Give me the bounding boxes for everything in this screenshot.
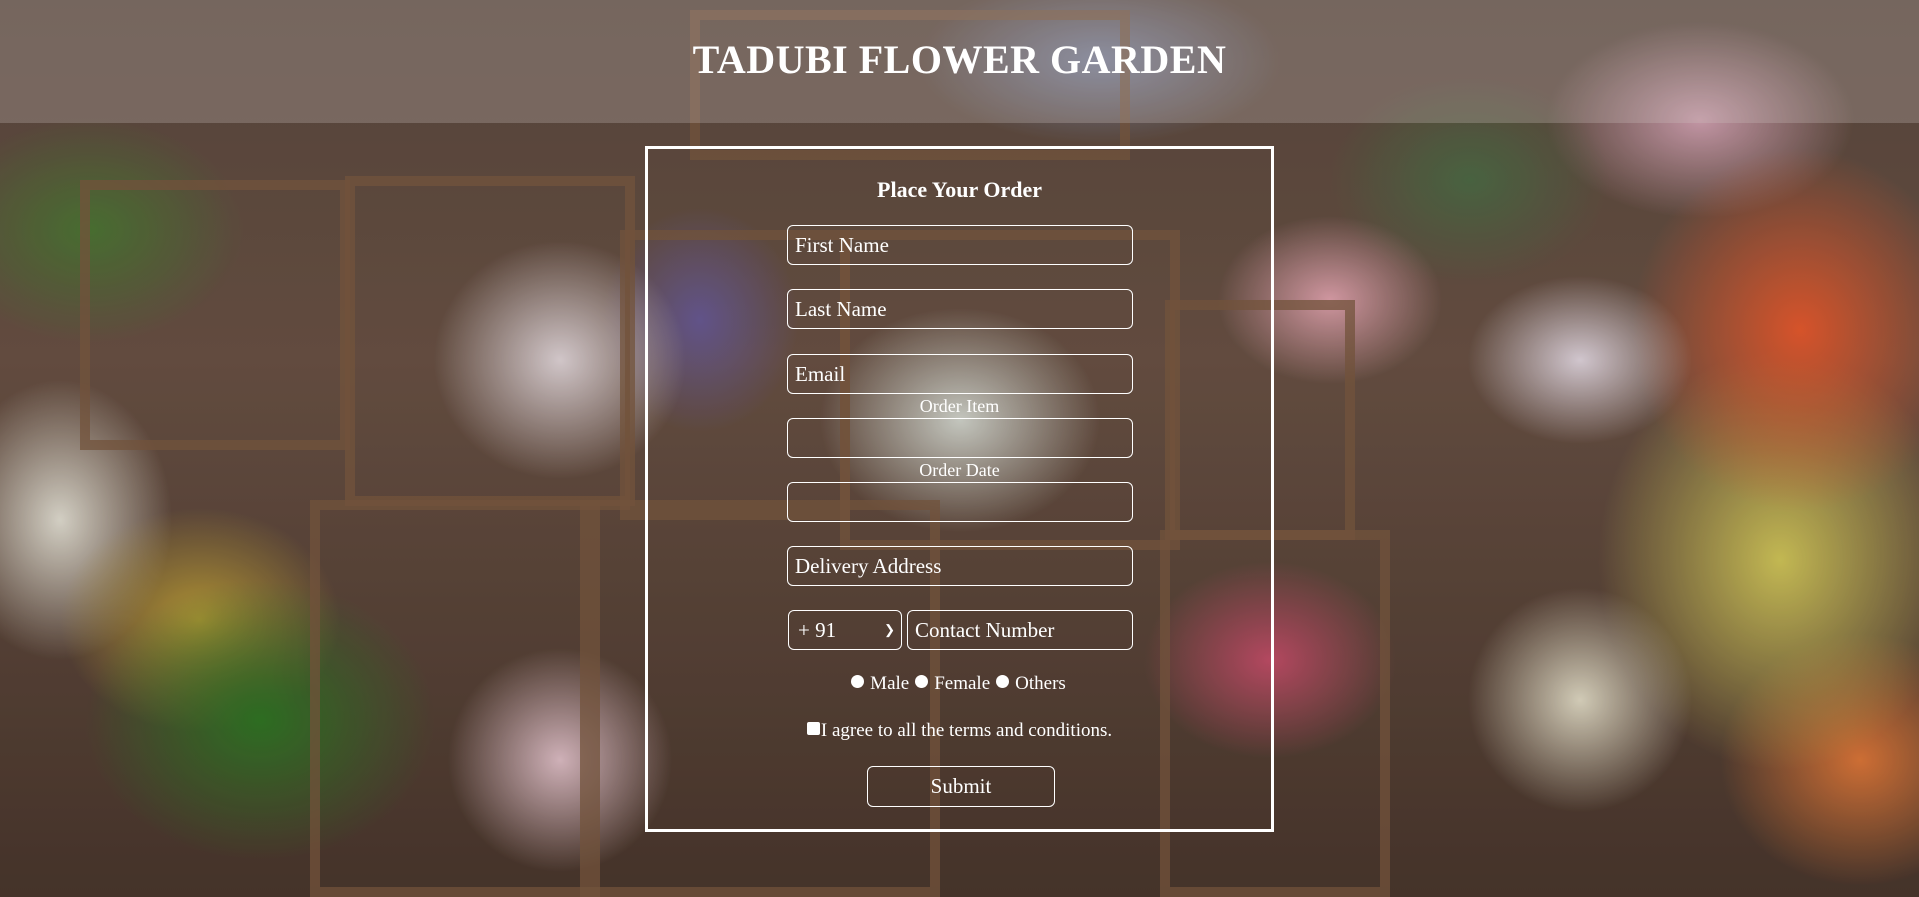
terms-checkbox[interactable]	[806, 722, 820, 735]
gender-female-label: Female	[934, 673, 991, 694]
gender-female-radio[interactable]	[915, 675, 929, 688]
terms-label: I agree to all the terms and conditions.	[820, 720, 1113, 741]
gender-male-label: Male	[870, 673, 910, 694]
form-heading: Place Your Order	[877, 177, 1042, 202]
gender-radio-group: Male Female Others	[648, 673, 1271, 695]
order-date-input[interactable]	[787, 482, 1133, 522]
order-item-input[interactable]	[787, 418, 1133, 458]
delivery-address-input[interactable]	[787, 546, 1133, 586]
order-item-label: Order Item	[919, 396, 1000, 416]
last-name-input[interactable]	[787, 289, 1133, 329]
country-code-select[interactable]: + 91 ❯	[788, 610, 902, 650]
order-date-label: Order Date	[919, 460, 1000, 480]
email-input[interactable]	[787, 354, 1133, 394]
gender-male-radio[interactable]	[851, 675, 865, 688]
chevron-down-icon: ❯	[884, 622, 895, 637]
submit-button[interactable]: Submit	[867, 766, 1055, 807]
order-form: Place Your Order Order Item Order Date +…	[645, 146, 1274, 832]
gender-others-radio[interactable]	[996, 675, 1010, 688]
country-code-value: + 91	[798, 618, 837, 642]
contact-number-input[interactable]	[907, 610, 1133, 650]
gender-others-label: Others	[1015, 673, 1066, 694]
page: TADUBI FLOWER GARDEN Place Your Order Or…	[0, 0, 1919, 897]
terms-row: I agree to all the terms and conditions.	[648, 720, 1271, 742]
site-title: TADUBI FLOWER GARDEN	[692, 37, 1227, 82]
first-name-input[interactable]	[787, 225, 1133, 265]
